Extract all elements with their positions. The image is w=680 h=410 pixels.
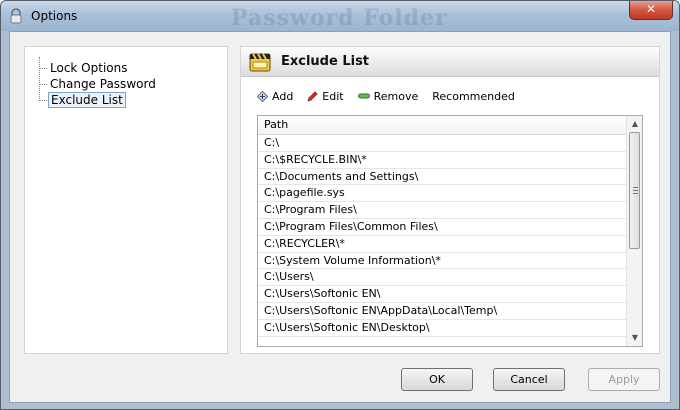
add-icon bbox=[257, 90, 268, 102]
minus-icon bbox=[357, 93, 370, 99]
title-bar[interactable]: Password Folder Options ✕ bbox=[1, 1, 679, 31]
tree-connector bbox=[39, 68, 47, 69]
recommended-label: Recommended bbox=[432, 89, 515, 103]
vertical-scrollbar[interactable]: ▲ ▼ bbox=[626, 116, 642, 346]
add-button[interactable]: Add bbox=[257, 90, 293, 103]
lock-app-icon bbox=[10, 8, 22, 24]
scroll-down-arrow-icon[interactable]: ▼ bbox=[627, 331, 642, 345]
panel-title: Exclude List bbox=[281, 54, 370, 69]
exclude-toolbar: Add Edit Remove Recommended bbox=[257, 87, 529, 105]
list-item[interactable]: C:\System Volume Information\* bbox=[258, 253, 626, 270]
list-item[interactable]: C:\$RECYCLE.BIN\* bbox=[258, 152, 626, 169]
list-item[interactable]: C:\ bbox=[258, 135, 626, 152]
dialog-client-area: Lock Options Change Password Exclude Lis… bbox=[9, 31, 671, 403]
tree-item-label: Lock Options bbox=[50, 61, 128, 75]
edit-button[interactable]: Edit bbox=[307, 89, 344, 103]
tree-connector bbox=[39, 84, 47, 85]
list-item[interactable]: C:\Program Files\ bbox=[258, 202, 626, 219]
list-item[interactable]: C:\Documents and Settings\ bbox=[258, 169, 626, 186]
list-item[interactable]: C:\Users\ bbox=[258, 269, 626, 287]
list-item[interactable]: C:\Users\Softonic EN\Desktop\ bbox=[258, 320, 626, 337]
tree-item-exclude-list[interactable]: Exclude List bbox=[39, 92, 126, 109]
list-rows: C:\ C:\$RECYCLE.BIN\* C:\Documents and S… bbox=[258, 135, 626, 337]
clapperboard-icon bbox=[249, 53, 271, 72]
pencil-icon bbox=[307, 90, 318, 102]
list-item[interactable]: C:\Program Files\Common Files\ bbox=[258, 219, 626, 236]
options-window: Password Folder Options ✕ Lock Options C… bbox=[0, 0, 680, 410]
cancel-button[interactable]: Cancel bbox=[493, 368, 565, 391]
scrollbar-thumb[interactable] bbox=[629, 132, 640, 249]
list-item[interactable]: C:\Users\Softonic EN\AppData\Local\Temp\ bbox=[258, 303, 626, 320]
ok-button[interactable]: OK bbox=[401, 368, 473, 391]
exclude-path-list[interactable]: Path C:\ C:\$RECYCLE.BIN\* C:\Documents … bbox=[257, 115, 643, 347]
list-item[interactable]: C:\RECYCLER\* bbox=[258, 236, 626, 253]
remove-button[interactable]: Remove bbox=[357, 89, 419, 103]
tree-item-label: Exclude List bbox=[48, 92, 126, 108]
tree-item-label: Change Password bbox=[50, 77, 156, 91]
close-button[interactable]: ✕ bbox=[629, 1, 673, 20]
scroll-up-arrow-icon[interactable]: ▲ bbox=[627, 117, 642, 131]
background-window-title: Password Folder bbox=[231, 5, 448, 31]
edit-label: Edit bbox=[322, 89, 344, 103]
window-title: Options bbox=[31, 9, 78, 23]
exclude-list-panel: Exclude List Add Edit Remove Recommended… bbox=[240, 46, 660, 354]
grip-icon bbox=[633, 187, 638, 194]
add-label: Add bbox=[272, 89, 294, 103]
recommended-button[interactable]: Recommended bbox=[432, 90, 515, 103]
list-item[interactable]: C:\pagefile.sys bbox=[258, 185, 626, 203]
remove-label: Remove bbox=[373, 89, 419, 103]
tree-item-lock-options[interactable]: Lock Options bbox=[39, 61, 129, 77]
tree-connector bbox=[39, 100, 47, 101]
column-header-path[interactable]: Path bbox=[258, 116, 626, 135]
apply-button[interactable]: Apply bbox=[588, 368, 660, 391]
options-tree: Lock Options Change Password Exclude Lis… bbox=[24, 46, 228, 354]
close-icon: ✕ bbox=[645, 2, 657, 16]
tree-item-change-password[interactable]: Change Password bbox=[39, 77, 158, 93]
panel-header: Exclude List bbox=[241, 47, 659, 77]
list-item[interactable]: C:\Users\Softonic EN\ bbox=[258, 286, 626, 303]
